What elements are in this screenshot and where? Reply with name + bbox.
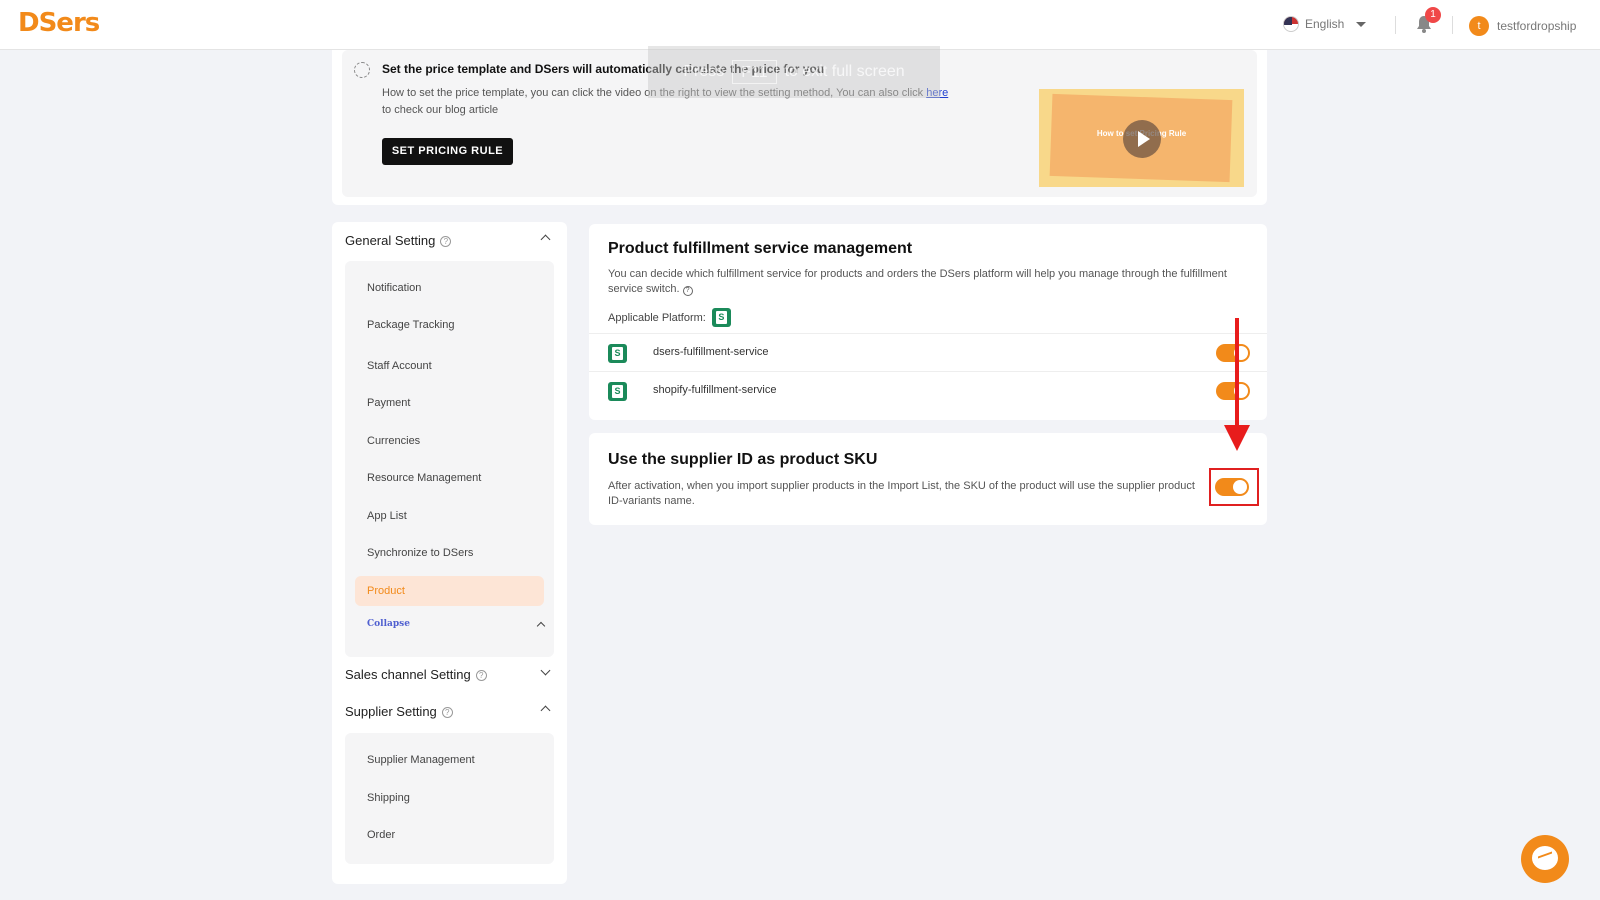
pricing-template-card: Set the price template and DSers will au… [332, 46, 1267, 205]
supplier-setting-header[interactable]: Supplier Setting ? [345, 699, 557, 723]
sidebar-item-payment[interactable]: Payment [355, 388, 544, 418]
dsers-fulfillment-toggle[interactable] [1216, 344, 1250, 362]
help-icon[interactable]: ? [441, 707, 453, 718]
play-icon[interactable] [1123, 120, 1161, 158]
overlay-key: F11 [732, 60, 777, 84]
sidebar-item-supplier-management[interactable]: Supplier Management [355, 745, 544, 775]
sku-title: Use the supplier ID as product SKU [608, 451, 878, 468]
fullscreen-overlay: Press F11 to exit full screen [648, 46, 940, 98]
sidebar-item-notification[interactable]: Notification [355, 273, 544, 303]
service-row: shopify-fulfillment-service [589, 371, 1267, 409]
pricing-desc-text-end: to check our blog article [382, 104, 499, 116]
service-name: shopify-fulfillment-service [653, 384, 777, 396]
avatar: t [1469, 16, 1489, 36]
pricing-template-panel: Set the price template and DSers will au… [342, 46, 1257, 197]
applicable-platform: Applicable Platform: [608, 308, 731, 327]
fulfillment-desc-text: You can decide which fulfillment service… [608, 268, 1227, 295]
settings-sidebar: General Setting ? Notification Package T… [332, 222, 567, 884]
sidebar-item-shipping[interactable]: Shipping [355, 783, 544, 813]
fulfillment-service-card: Product fulfillment service management Y… [589, 224, 1267, 420]
header-divider [1395, 16, 1396, 34]
fulfillment-description: You can decide which fulfillment service… [608, 267, 1228, 297]
set-pricing-rule-button[interactable]: SET PRICING RULE [382, 138, 513, 165]
messenger-chat-icon[interactable] [1521, 835, 1569, 883]
language-label: English [1305, 17, 1345, 31]
collapse-link[interactable]: Collapse [367, 619, 410, 629]
supplier-id-sku-card: Use the supplier ID as product SKU After… [589, 433, 1267, 525]
service-row: dsers-fulfillment-service [589, 333, 1267, 371]
chevron-down-icon[interactable] [540, 665, 551, 676]
shopify-icon [711, 308, 731, 327]
language-selector[interactable]: English [1283, 16, 1367, 32]
help-icon[interactable]: ? [440, 236, 452, 247]
pricing-video-thumbnail[interactable]: How to set Pricing Rule [1039, 89, 1244, 187]
general-setting-title: General Setting [345, 232, 436, 248]
username: testfordropship [1497, 19, 1577, 33]
sales-channel-setting-title: Sales channel Setting [345, 666, 471, 682]
help-icon[interactable]: ? [682, 286, 693, 296]
sidebar-item-app-list[interactable]: App List [355, 501, 544, 531]
chevron-up-icon[interactable] [540, 705, 551, 716]
sidebar-item-order[interactable]: Order [355, 820, 544, 850]
sidebar-item-package-tracking[interactable]: Package Tracking [355, 310, 544, 340]
sidebar-item-product[interactable]: Product [355, 576, 544, 606]
top-bar: DSers English 1 t testfordropship [0, 0, 1600, 50]
sku-description: After activation, when you import suppli… [608, 480, 1195, 507]
annotation-highlight-box [1209, 468, 1259, 506]
overlay-text-end: to exit full screen [784, 63, 905, 80]
sidebar-item-staff-account[interactable]: Staff Account [355, 351, 544, 381]
notification-badge: 1 [1425, 7, 1441, 23]
supplier-setting-menu: Supplier Management Shipping Order [345, 733, 554, 864]
supplier-setting-title: Supplier Setting [345, 703, 437, 719]
annotation-arrow-head [1224, 425, 1250, 451]
chevron-up-icon[interactable] [536, 621, 546, 631]
shopify-fulfillment-toggle[interactable] [1216, 382, 1250, 400]
sidebar-item-currencies[interactable]: Currencies [355, 426, 544, 456]
chevron-up-icon[interactable] [540, 234, 551, 245]
help-icon[interactable]: ? [475, 670, 487, 681]
general-setting-menu: Notification Package Tracking Staff Acco… [345, 261, 554, 657]
pricing-radio[interactable] [354, 62, 370, 78]
shopify-icon [608, 382, 627, 401]
shopify-icon [608, 344, 627, 363]
general-setting-header[interactable]: General Setting ? [345, 228, 557, 252]
service-name: dsers-fulfillment-service [653, 346, 769, 358]
fulfillment-title: Product fulfillment service management [608, 240, 913, 257]
caret-down-icon [1356, 21, 1367, 27]
sidebar-item-resource-management[interactable]: Resource Management [355, 463, 544, 493]
header-divider [1452, 16, 1453, 34]
sales-channel-setting-header[interactable]: Sales channel Setting ? [345, 662, 557, 686]
us-flag-icon [1283, 16, 1299, 32]
platform-label: Applicable Platform: [608, 311, 706, 324]
dsers-logo[interactable]: DSers [18, 8, 100, 38]
annotation-arrow [1235, 318, 1239, 430]
user-menu[interactable]: t testfordropship [1469, 16, 1576, 36]
overlay-text: Press [683, 63, 725, 80]
sidebar-item-synchronize[interactable]: Synchronize to DSers [355, 538, 544, 568]
